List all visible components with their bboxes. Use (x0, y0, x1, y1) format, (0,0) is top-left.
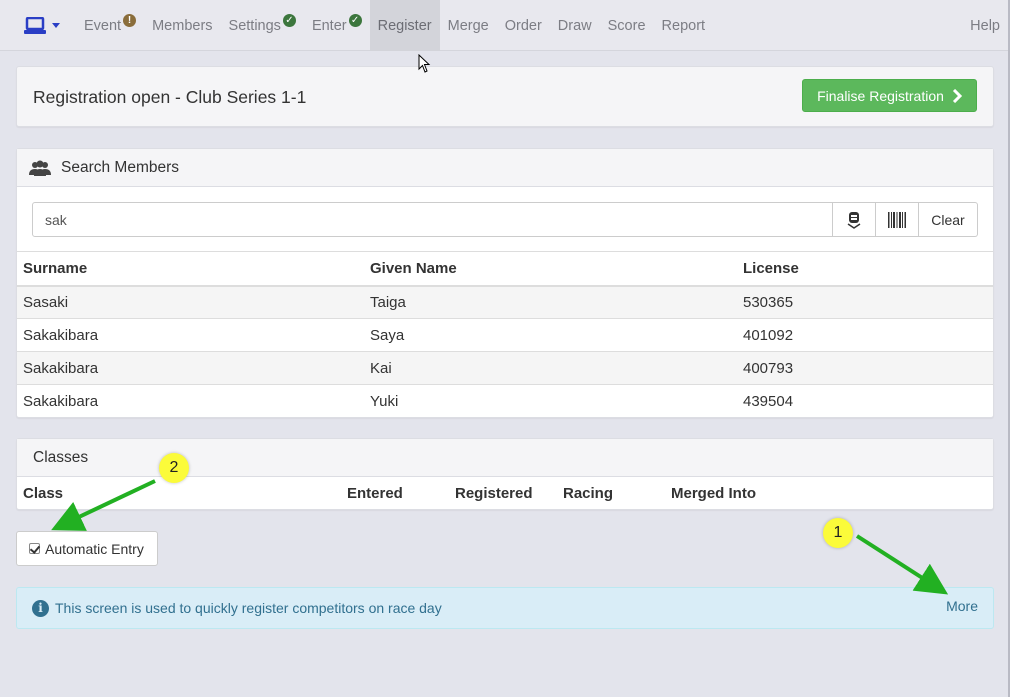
search-input[interactable] (32, 202, 833, 237)
nav-settings[interactable]: Settings ✓ (221, 0, 304, 51)
button-label: Finalise Registration (817, 87, 944, 104)
barcode-icon (888, 211, 906, 228)
rfid-scan-button[interactable] (833, 202, 876, 237)
table-row[interactable]: Sasaki Taiga 530365 (17, 285, 993, 319)
column-header-racing: Racing (563, 484, 614, 502)
nav-label: Help (970, 17, 1000, 34)
panel-title: Search Members (61, 158, 180, 176)
nav-merge[interactable]: Merge (440, 0, 497, 51)
annotation-marker-2: 2 (159, 453, 189, 483)
nav-report[interactable]: Report (654, 0, 714, 51)
panel-heading: Search Members (17, 149, 993, 187)
nav-order[interactable]: Order (497, 0, 550, 51)
more-link[interactable]: More (946, 598, 978, 614)
chevron-right-icon (952, 88, 962, 103)
nav-label: Enter (311, 17, 347, 34)
brand-menu[interactable] (0, 0, 76, 51)
check-icon: ✓ (282, 14, 296, 27)
info-icon: i (32, 599, 49, 617)
chevron-down-icon (52, 23, 60, 28)
nav-label: Report (661, 17, 706, 34)
nav-label: Register (377, 17, 432, 34)
nav-register[interactable]: Register (369, 0, 440, 51)
column-header-registered: Registered (455, 484, 533, 502)
table-header-row: Surname Given Name License (17, 251, 993, 287)
nav-event[interactable]: Event ! (76, 0, 144, 51)
table-header-row: Class Entered Registered Racing Merged I… (17, 477, 993, 509)
cell-given-name: Kai (364, 351, 737, 385)
users-icon (29, 160, 51, 176)
column-header-surname: Surname (17, 251, 364, 287)
nav-enter[interactable]: Enter ✓ (304, 0, 370, 51)
column-header-given-name: Given Name (364, 251, 737, 287)
nav-label: Merge (447, 17, 489, 34)
nav-help[interactable]: Help (962, 0, 1008, 51)
table-row[interactable]: Sakakibara Saya 401092 (17, 318, 993, 352)
annotation-marker-1: 1 (823, 518, 853, 548)
automatic-entry-toggle[interactable]: Automatic Entry (16, 531, 158, 566)
cell-surname: Sakakibara (17, 351, 364, 385)
nav-score[interactable]: Score (600, 0, 654, 51)
nav-label: Event (84, 17, 122, 34)
cell-surname: Sakakibara (17, 384, 364, 418)
check-icon: ✓ (348, 14, 362, 27)
finalise-registration-button[interactable]: Finalise Registration (802, 79, 977, 112)
members-table: Surname Given Name License Sasaki Taiga … (17, 251, 993, 418)
cell-given-name: Saya (364, 318, 737, 352)
nav-label: Settings (228, 17, 281, 34)
info-alert: i This screen is used to quickly registe… (16, 587, 994, 629)
page-title: Registration open - Club Series 1-1 (33, 87, 307, 107)
tag-reader-icon (847, 211, 861, 229)
cell-license: 401092 (737, 318, 993, 352)
cell-license: 439504 (737, 384, 993, 418)
clear-button[interactable]: Clear (919, 202, 978, 237)
barcode-scan-button[interactable] (876, 202, 919, 237)
nav-members[interactable]: Members (144, 0, 220, 51)
top-navbar: Event ! Members Settings ✓ Enter ✓ Regis… (0, 0, 1008, 51)
mouse-cursor-icon (418, 54, 431, 73)
cell-license: 400793 (737, 351, 993, 385)
table-row[interactable]: Sakakibara Kai 400793 (17, 351, 993, 385)
column-header-license: License (737, 251, 993, 287)
cell-given-name: Taiga (364, 285, 737, 319)
automatic-entry-checkbox[interactable] (29, 543, 40, 554)
warning-icon: ! (123, 14, 137, 27)
checkbox-label: Automatic Entry (45, 540, 144, 557)
nav-label: Score (607, 17, 646, 34)
nav-label: Draw (557, 17, 592, 34)
table-row[interactable]: Sakakibara Yuki 439504 (17, 384, 993, 418)
arrow-to-more-link (855, 534, 949, 595)
registration-header-panel: Registration open - Club Series 1-1 Fina… (16, 66, 994, 127)
cell-given-name: Yuki (364, 384, 737, 418)
column-header-merged-into: Merged Into (671, 484, 756, 502)
cell-surname: Sakakibara (17, 318, 364, 352)
search-row: Clear (32, 202, 978, 237)
panel-title: Classes (33, 448, 89, 466)
column-header-entered: Entered (347, 484, 403, 502)
cell-surname: Sasaki (17, 285, 364, 319)
classes-table: Class Entered Registered Racing Merged I… (17, 477, 993, 509)
nav-label: Order (504, 17, 542, 34)
nav-draw[interactable]: Draw (550, 0, 600, 51)
laptop-icon (24, 16, 46, 34)
nav-label: Members (152, 17, 213, 34)
info-text: This screen is used to quickly register … (55, 600, 442, 616)
cell-license: 530365 (737, 285, 993, 319)
search-members-panel: Search Members Clear (16, 148, 994, 418)
